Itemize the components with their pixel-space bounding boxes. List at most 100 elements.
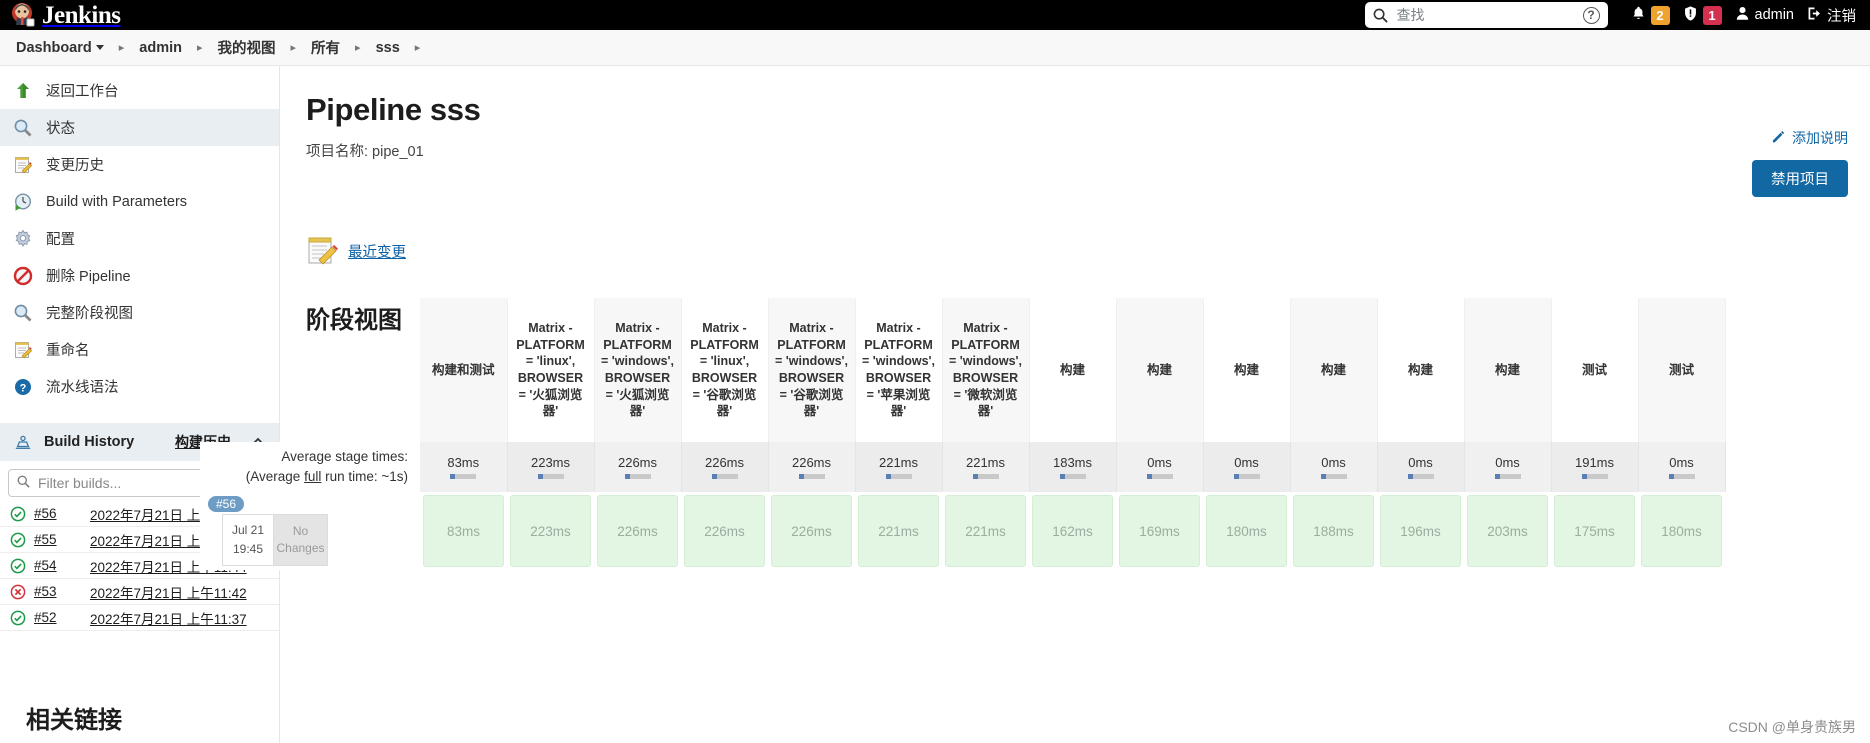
search-box[interactable]: ?: [1364, 2, 1608, 28]
stage-duration-cell[interactable]: 226ms: [768, 492, 855, 570]
duration-minibar: [624, 474, 651, 479]
page-title: Pipeline sss: [306, 92, 481, 127]
average-times-label: Average stage times: (Average full run t…: [200, 442, 420, 492]
stage-duration-cell[interactable]: 188ms: [1290, 492, 1377, 570]
average-time-cell: 0ms: [1290, 442, 1378, 492]
stage-duration-cell[interactable]: 226ms: [594, 492, 681, 570]
sidebar-item-status[interactable]: 状态: [0, 109, 279, 146]
average-time-cell: 83ms: [420, 442, 508, 492]
recent-changes-link[interactable]: 最近变更: [348, 241, 406, 262]
alert-count-badge: 1: [1702, 5, 1722, 25]
changes-notepad-icon: [306, 233, 340, 270]
duration-minibar: [885, 474, 912, 479]
breadcrumb-item-admin[interactable]: admin: [133, 38, 188, 58]
stage-duration-cell[interactable]: 180ms: [1203, 492, 1290, 570]
build-info-cell: #56 Jul 21 19:45 No Changes: [200, 492, 420, 570]
alerts-button[interactable]: 1: [1676, 0, 1728, 30]
stage-header-cell: 构建和测试: [420, 298, 508, 442]
stage-duration-cell[interactable]: 226ms: [681, 492, 768, 570]
sidebar-item-change-history[interactable]: 变更历史: [0, 146, 279, 183]
build-time-link[interactable]: 2022年7月21日 上午11:37: [90, 608, 247, 628]
build-date: Jul 21: [231, 523, 265, 537]
chevron-down-icon[interactable]: [95, 45, 104, 51]
duration-minibar: [1146, 474, 1173, 479]
project-name-label: 项目名称: pipe_01: [306, 144, 424, 160]
stage-duration-cell[interactable]: 169ms: [1116, 492, 1203, 570]
sidebar-item-configure[interactable]: 配置: [0, 220, 279, 257]
disable-project-button[interactable]: 禁用项目: [1752, 160, 1848, 197]
sidebar-item-back-to-dashboard[interactable]: 返回工作台: [0, 72, 279, 109]
stage-duration-cell[interactable]: 221ms: [855, 492, 942, 570]
stage-header-row: 构建和测试 Matrix - PLATFORM = 'linux', BROWS…: [200, 298, 1726, 442]
stage-duration-cell[interactable]: 223ms: [507, 492, 594, 570]
stage-header-cell: Matrix - PLATFORM = 'linux', BROWSER = '…: [681, 298, 769, 442]
build-history-row[interactable]: #52 2022年7月21日 上午11:37: [0, 605, 279, 631]
build-time-link[interactable]: 2022年7月21日 上午11:42: [90, 582, 247, 602]
stage-header-cell: 构建: [1377, 298, 1465, 442]
average-time-cell: 0ms: [1377, 442, 1465, 492]
svg-text:?: ?: [20, 382, 27, 394]
duration-minibar: [1494, 474, 1521, 479]
build-number-link[interactable]: #53: [34, 584, 82, 599]
status-success-icon: [10, 610, 26, 626]
average-run-time-text: (Average full run time: ~1s): [245, 469, 408, 484]
stage-duration-cell[interactable]: 162ms: [1029, 492, 1116, 570]
build-number-link[interactable]: #55: [34, 532, 82, 547]
build-history-row[interactable]: #53 2022年7月21日 上午11:42: [0, 579, 279, 605]
jenkins-home-link[interactable]: Jenkins: [10, 1, 121, 29]
sidebar-item-label: 完整阶段视图: [46, 306, 133, 322]
build-number-link[interactable]: #52: [34, 610, 82, 625]
build-number-badge[interactable]: #56: [208, 496, 245, 512]
breadcrumb: Dashboard ▸ admin ▸ 我的视图 ▸ 所有 ▸ sss ▸: [0, 30, 1870, 66]
add-description-label: 添加说明: [1792, 130, 1848, 146]
stage-duration-cell[interactable]: 203ms: [1464, 492, 1551, 570]
stage-duration-cell[interactable]: 221ms: [942, 492, 1029, 570]
up-arrow-icon: [12, 80, 34, 102]
stage-duration-cell[interactable]: 83ms: [420, 492, 507, 570]
duration-minibar: [711, 474, 738, 479]
notepad-pencil-icon: [12, 339, 34, 361]
average-time-cell: 0ms: [1116, 442, 1204, 492]
duration-minibar: [1059, 474, 1086, 479]
breadcrumb-item-dashboard[interactable]: Dashboard: [10, 38, 110, 58]
logout-label: 注销: [1827, 8, 1856, 25]
build-history-icon: [12, 431, 34, 453]
gear-icon: [12, 228, 34, 250]
build-history-title: Build History: [44, 434, 135, 450]
stage-header-cell: Matrix - PLATFORM = 'windows', BROWSER =…: [594, 298, 682, 442]
no-entry-icon: [12, 265, 34, 287]
breadcrumb-item-all[interactable]: 所有: [305, 35, 346, 60]
stage-duration-cell[interactable]: 180ms: [1638, 492, 1725, 570]
duration-minibar: [537, 474, 564, 479]
build-number-link[interactable]: #56: [34, 506, 82, 521]
breadcrumb-separator: ▸: [355, 42, 361, 54]
breadcrumb-item-sss[interactable]: sss: [370, 38, 406, 58]
sidebar-item-label: 删除 Pipeline: [46, 269, 131, 285]
notifications-button[interactable]: 2: [1624, 0, 1676, 30]
sidebar-item-label: 流水线语法: [46, 380, 119, 396]
breadcrumb-separator: ▸: [196, 42, 203, 54]
build-number-link[interactable]: #54: [34, 558, 82, 573]
jenkins-logo-icon: [10, 2, 36, 28]
stage-duration-cell[interactable]: 175ms: [1551, 492, 1638, 570]
average-time-cell: 223ms: [507, 442, 595, 492]
sidebar-item-label: 状态: [46, 121, 75, 137]
sidebar-item-delete-pipeline[interactable]: 删除 Pipeline: [0, 257, 279, 294]
sidebar-item-build-with-parameters[interactable]: Build with Parameters: [0, 183, 279, 220]
stage-duration-cell[interactable]: 196ms: [1377, 492, 1464, 570]
help-icon[interactable]: ?: [1582, 6, 1600, 24]
stage-header-spacer: [200, 298, 420, 442]
average-stage-times-text: Average stage times:: [281, 448, 408, 464]
stage-header-cell: 构建: [1116, 298, 1204, 442]
add-description-button[interactable]: 添加说明: [1771, 128, 1848, 148]
breadcrumb-item-my-views[interactable]: 我的视图: [212, 35, 282, 60]
logout-button[interactable]: 注销: [1800, 0, 1862, 30]
stage-header-cell: 构建: [1464, 298, 1552, 442]
average-time-cell: 226ms: [594, 442, 682, 492]
stage-view-grid: 构建和测试 Matrix - PLATFORM = 'linux', BROWS…: [200, 298, 1726, 570]
user-menu-button[interactable]: admin: [1728, 0, 1801, 30]
person-icon: [1734, 5, 1751, 26]
brand-title: Jenkins: [42, 1, 121, 29]
page-layout: 返回工作台 状态 变更历史 Build with Parameters 配置 删…: [0, 66, 1870, 743]
search-input[interactable]: [1394, 6, 1600, 24]
